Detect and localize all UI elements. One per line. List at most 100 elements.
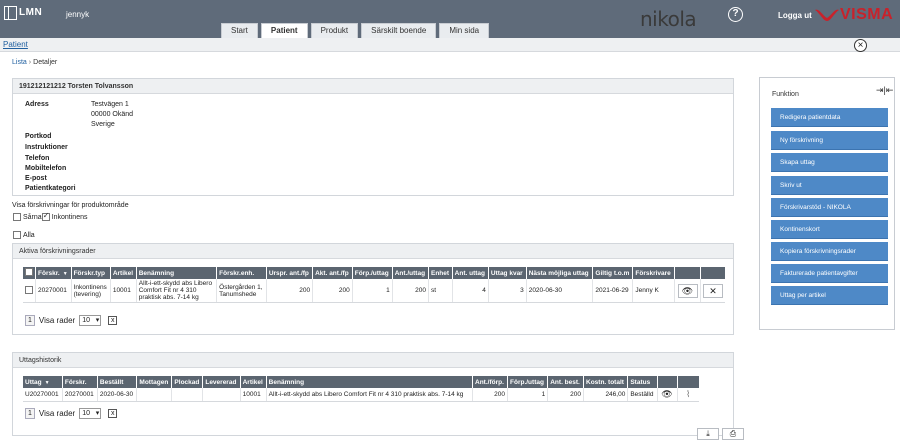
col-forskrivare[interactable]: Förskrivare bbox=[632, 267, 675, 279]
alla-label: Alla bbox=[23, 231, 35, 239]
uttag-table: Uttag ▼ Förskr. Beställt Mottagen Plockad… bbox=[23, 376, 699, 402]
uttag-panel: Uttagshistorik Uttag ▼ Förskr. Beställt M… bbox=[12, 352, 734, 436]
table-row[interactable]: U20270001 20270001 2020-06-30 10001 Allt… bbox=[23, 388, 699, 402]
col-nasta[interactable]: Nästa möjliga uttag bbox=[526, 267, 594, 279]
inkontinens-checkbox[interactable] bbox=[41, 211, 50, 221]
col-forp[interactable]: Förp./uttag bbox=[352, 267, 393, 279]
aktiva-title: Aktiva förskrivningsrader bbox=[13, 244, 733, 259]
app-logo-text: LMN bbox=[19, 7, 43, 18]
rows-per-page-select[interactable]: 10 bbox=[79, 408, 102, 419]
aktiva-table: Förskr. ▼ Förskr.typ Artikel Benämning Fö… bbox=[23, 267, 725, 303]
tab-produkt[interactable]: Produkt bbox=[310, 23, 359, 38]
field-adress: Adress Testvägen 1 00000 Okänd Sverige bbox=[25, 101, 134, 128]
uttag-per-artikel-button[interactable]: Uttag per artikel bbox=[771, 286, 888, 305]
col-forskr[interactable]: Förskr. bbox=[62, 376, 98, 388]
table-header: Förskr. ▼ Förskr.typ Artikel Benämning Fö… bbox=[23, 267, 725, 279]
patient-header: 191212121212 Torsten Tolvansson bbox=[13, 79, 733, 94]
col-artikel[interactable]: Artikel bbox=[110, 267, 137, 279]
col-bestallt[interactable]: Beställt bbox=[97, 376, 138, 388]
attachment-paperclip-icon[interactable]: ⌇ bbox=[686, 389, 690, 399]
bottom-toolbar: ⤓ ⎙ bbox=[697, 428, 747, 440]
col-uttag[interactable]: Uttag ▼ bbox=[23, 376, 63, 388]
table-row[interactable]: 20270001 Inkontinens (tevering) 10001 All… bbox=[23, 279, 725, 303]
filter-checkboxes: Sårna Inkontinens bbox=[13, 211, 88, 221]
sarna-label: Sårna bbox=[23, 213, 42, 221]
col-forskr[interactable]: Förskr. ▼ bbox=[35, 267, 72, 279]
lmn-logo-icon bbox=[4, 6, 17, 20]
collapse-panel-icon[interactable]: ⇥|⇤ bbox=[876, 85, 893, 96]
col-urspr[interactable]: Urspr. ant./fp bbox=[266, 267, 314, 279]
col-enhet[interactable]: Enhet bbox=[428, 267, 453, 279]
tab-sarskilt-boende[interactable]: Särskilt boende bbox=[361, 23, 437, 38]
page-number[interactable]: 1 bbox=[25, 315, 35, 326]
fakturerade-patientavgifter-button[interactable]: Fakturerade patientavgifter bbox=[771, 264, 888, 283]
kopiera-forskrivningsrader-button[interactable]: Kopiera förskrivningsrader bbox=[771, 242, 888, 261]
filter-alla: Alla bbox=[13, 231, 35, 239]
col-forskr-enh[interactable]: Förskr.enh. bbox=[216, 267, 267, 279]
table-header: Uttag ▼ Förskr. Beställt Mottagen Plockad… bbox=[23, 376, 699, 388]
col-giltig[interactable]: Giltig t.o.m bbox=[592, 267, 634, 279]
col-levererad[interactable]: Levererad bbox=[202, 376, 241, 388]
scroll-bottom-icon[interactable]: ⤓ bbox=[697, 428, 719, 440]
row-checkbox[interactable] bbox=[25, 285, 33, 294]
current-user: jennyk bbox=[66, 10, 90, 19]
breadcrumb-list[interactable]: Lista bbox=[12, 59, 27, 66]
col-kostn[interactable]: Kostn. totalt bbox=[583, 376, 629, 388]
nikola-logo: nikola bbox=[640, 7, 697, 31]
uttag-title: Uttagshistorik bbox=[13, 353, 733, 368]
ny-forskrivning-button[interactable]: Ny förskrivning bbox=[771, 131, 888, 150]
visma-logo-text: VISMA bbox=[840, 6, 894, 23]
col-antforp[interactable]: Ant./förp. bbox=[472, 376, 508, 388]
skapa-uttag-button[interactable]: Skapa uttag bbox=[771, 153, 888, 172]
page-number[interactable]: 1 bbox=[25, 408, 35, 419]
export-excel-icon[interactable]: x bbox=[108, 409, 118, 418]
col-kvar[interactable]: Uttag kvar bbox=[488, 267, 527, 279]
patient-panel: 191212121212 Torsten Tolvansson Adress T… bbox=[12, 78, 734, 196]
export-excel-icon[interactable]: x bbox=[108, 316, 118, 325]
tab-start[interactable]: Start bbox=[221, 23, 258, 38]
col-mottagen[interactable]: Mottagen bbox=[136, 376, 173, 388]
skriv-ut-button[interactable]: Skriv ut bbox=[771, 176, 888, 195]
sarna-checkbox[interactable] bbox=[13, 213, 21, 221]
visa-rader-label: Visa rader bbox=[38, 409, 76, 418]
view-eye-icon[interactable]: 👁 bbox=[677, 283, 698, 298]
field-epost: E-post bbox=[25, 175, 47, 182]
field-telefon: Telefon bbox=[25, 155, 50, 162]
redigera-patientdata-button[interactable]: Redigera patientdata bbox=[771, 108, 888, 127]
visma-swoosh-icon bbox=[815, 9, 839, 21]
breadcrumb: Lista › Detaljer bbox=[12, 59, 58, 66]
tab-min-sida[interactable]: Min sida bbox=[439, 23, 490, 38]
col-antuttag[interactable]: Ant. uttag bbox=[452, 267, 489, 279]
visa-rader-label: Visa rader bbox=[38, 316, 76, 325]
print-icon[interactable]: ⎙ bbox=[722, 428, 744, 440]
kontinenskort-button[interactable]: Kontinenskort bbox=[771, 220, 888, 239]
col-benamning[interactable]: Benämning bbox=[266, 376, 474, 388]
col-antbest[interactable]: Ant. best. bbox=[547, 376, 584, 388]
field-patientkategori: Patientkategori bbox=[25, 185, 76, 192]
col-forputtag[interactable]: Förp./uttag bbox=[507, 376, 549, 388]
col-benamning[interactable]: Benämning bbox=[136, 267, 218, 279]
col-plockad[interactable]: Plockad bbox=[171, 376, 204, 388]
rows-per-page-select[interactable]: 10 bbox=[79, 315, 102, 326]
field-portkod: Portkod bbox=[25, 133, 52, 140]
col-status[interactable]: Status bbox=[627, 376, 658, 388]
select-all-checkbox[interactable] bbox=[25, 268, 33, 276]
help-icon[interactable]: ? bbox=[728, 7, 743, 22]
forskrivarstod-button[interactable]: Förskrivarstöd - NIKOLA bbox=[771, 198, 888, 217]
uttag-pager: 1 Visa rader 10 x bbox=[25, 408, 118, 419]
inkontinens-label: Inkontinens bbox=[51, 213, 88, 221]
field-mobiltelefon: Mobiltelefon bbox=[25, 165, 67, 172]
col-akt[interactable]: Akt. ant./fp bbox=[312, 267, 353, 279]
main-tabs: Start Patient Produkt Särskilt boende Mi… bbox=[221, 23, 492, 39]
patient-link[interactable]: Patient bbox=[3, 40, 28, 49]
view-eye-icon[interactable]: 👁 bbox=[661, 389, 672, 399]
col-ant[interactable]: Ant./uttag bbox=[392, 267, 429, 279]
close-icon[interactable]: × bbox=[854, 39, 867, 52]
delete-x-icon[interactable]: ✕ bbox=[703, 283, 723, 298]
col-forskr-typ[interactable]: Förskr.typ bbox=[71, 267, 111, 279]
col-artikel[interactable]: Artikel bbox=[240, 376, 267, 388]
alla-checkbox[interactable] bbox=[13, 231, 21, 239]
tab-patient[interactable]: Patient bbox=[260, 23, 308, 39]
logout-link[interactable]: Logga ut bbox=[778, 11, 812, 20]
aktiva-panel: Aktiva förskrivningsrader Förskr. ▼ Försk… bbox=[12, 243, 734, 335]
